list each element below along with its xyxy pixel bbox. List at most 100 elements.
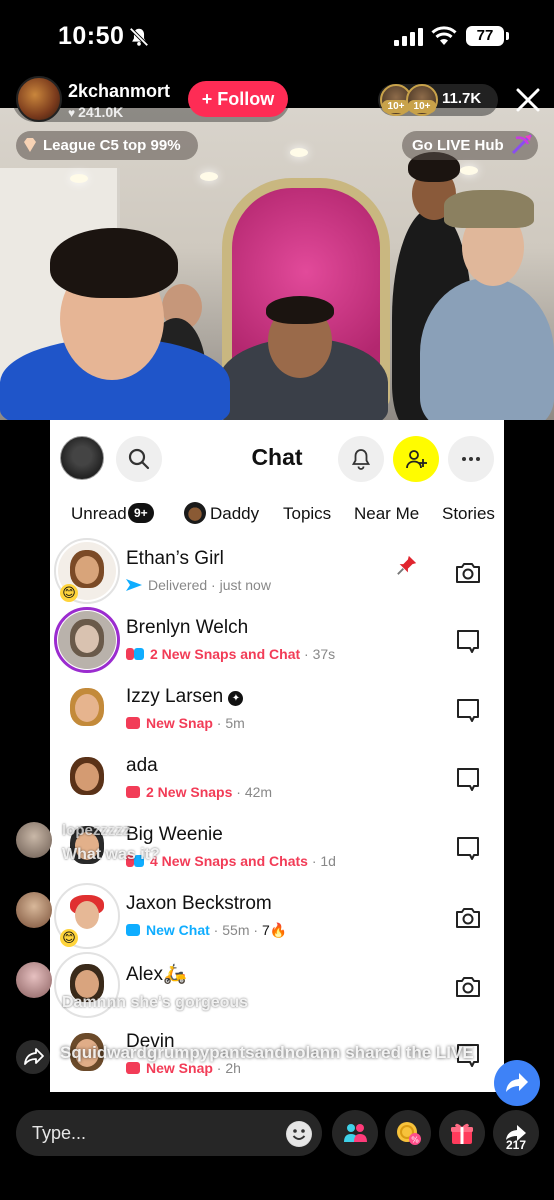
battery-icon: 77	[466, 26, 509, 46]
more-button[interactable]	[448, 436, 494, 482]
snap-icon	[126, 786, 140, 798]
comment-avatar[interactable]	[16, 962, 52, 998]
status-time: 37s	[312, 646, 336, 662]
person-hair	[266, 296, 334, 324]
chat-name: Ethan’s Girl	[126, 548, 224, 569]
person-hair	[50, 228, 178, 298]
chat-row[interactable]: 😊 Jaxon Beckstrom New Chat · 55m · 7🔥	[50, 883, 504, 954]
diamond-icon	[24, 138, 36, 152]
status-text: 2 New Snaps and Chat	[150, 646, 301, 662]
share-count: 217	[506, 1138, 527, 1152]
filter-stories[interactable]: Stories	[442, 504, 495, 524]
status-time: 42m	[244, 784, 273, 800]
chat-bubble-icon[interactable]	[454, 696, 482, 724]
people-icon	[344, 1124, 367, 1142]
unread-count-badge: 9+	[128, 503, 154, 523]
bitmoji-face	[75, 556, 99, 584]
heart-icon: ♥	[68, 106, 76, 120]
ceiling-light	[460, 166, 478, 175]
status-text: New Chat	[146, 922, 210, 938]
host-likes-count: 241.0K	[78, 104, 124, 120]
emoji-badge: 😊	[60, 584, 78, 602]
chat-row[interactable]: Izzy Larsen ✦ New Snap · 5m	[50, 678, 504, 747]
filter-unread[interactable]: Unread	[71, 504, 127, 524]
add-friend-button[interactable]	[393, 436, 439, 482]
chat-status: 2 New Snaps and Chat · 37s	[126, 646, 335, 662]
live-hub-label[interactable]: Go LIVE Hub	[412, 137, 504, 154]
follow-button[interactable]: + Follow	[188, 81, 288, 117]
comment-avatar[interactable]	[16, 822, 52, 858]
ceiling-light	[70, 174, 88, 183]
chat-bubble-icon[interactable]	[454, 765, 482, 793]
avatar	[58, 749, 116, 807]
status-text: 4 New Snaps and Chats	[150, 853, 308, 869]
emoji-button[interactable]	[286, 1121, 312, 1147]
chat-name: ada	[126, 755, 158, 776]
bell-icon	[351, 449, 371, 470]
host-name[interactable]: 2kchanmort	[68, 81, 170, 102]
camera-icon[interactable]	[454, 972, 482, 1000]
signal-icon	[394, 28, 423, 46]
comment-input[interactable]	[16, 1110, 322, 1156]
status-text: New Snap	[146, 715, 213, 731]
host-avatar[interactable]	[16, 76, 62, 122]
league-rank-label[interactable]: League C5 top 99%	[43, 137, 181, 154]
filter-daddy[interactable]: Daddy	[210, 504, 259, 524]
ceiling-light	[200, 172, 218, 181]
chat-status: 2 New Snaps · 42m	[126, 784, 272, 800]
crossbow-icon	[511, 133, 533, 155]
more-icon	[462, 457, 480, 461]
guests-button[interactable]	[332, 1110, 378, 1156]
bitmoji-avatar	[184, 502, 206, 524]
share-arrow-icon	[506, 1073, 528, 1092]
person	[420, 278, 554, 420]
chat-row[interactable]: 😊 Ethan’s Girl Delivered · just now	[50, 538, 504, 609]
camo-hat	[444, 190, 534, 228]
chat-name: Brenlyn Welch	[126, 617, 249, 638]
profile-avatar[interactable]	[60, 436, 104, 480]
chat-row[interactable]: Brenlyn Welch 2 New Snaps and Chat · 37s	[50, 607, 504, 678]
status-time: 55m	[222, 922, 250, 938]
status-bar: 10:50 77	[0, 0, 554, 72]
snap-topbar: Chat	[50, 420, 504, 500]
camera-icon[interactable]	[454, 903, 482, 931]
snap-icon	[126, 717, 140, 729]
snap-icon	[126, 1062, 140, 1074]
chat-name: Izzy Larsen ✦	[126, 686, 244, 708]
chat-name: Jaxon Beckstrom	[126, 893, 272, 914]
viewer-level-badge: 10+	[408, 100, 436, 113]
wifi-icon	[431, 26, 457, 45]
search-button[interactable]	[116, 436, 162, 482]
gift-button[interactable]	[439, 1110, 485, 1156]
coin-icon: %	[397, 1122, 421, 1145]
share-arrow-icon	[24, 1048, 44, 1065]
coins-button[interactable]: %	[385, 1110, 431, 1156]
viewer-count[interactable]: 11.7K	[442, 90, 481, 107]
chat-name: Big Weenie	[126, 824, 223, 845]
status-time: just now	[219, 577, 271, 593]
chat-row[interactable]: Alex🛵	[50, 952, 504, 1023]
bell-off-icon	[129, 27, 149, 47]
chat-icon	[126, 924, 140, 936]
close-icon[interactable]	[514, 86, 542, 114]
chat-bubble-icon[interactable]	[454, 627, 482, 655]
add-friend-icon	[406, 450, 427, 469]
svg-text:%: %	[411, 1136, 419, 1145]
streak-count: 7🔥	[261, 922, 288, 938]
avatar	[58, 680, 116, 738]
chat-row[interactable]: ada 2 New Snaps · 42m	[50, 747, 504, 816]
filter-topics[interactable]: Topics	[283, 504, 331, 524]
status-time: 5m	[225, 715, 245, 731]
share-fab-button[interactable]	[494, 1060, 540, 1106]
camera-icon[interactable]	[454, 558, 482, 586]
ceiling-light	[290, 148, 308, 157]
host-likes: ♥ 241.0K	[68, 104, 123, 120]
comment-username[interactable]: lopezzzzz	[62, 822, 130, 839]
notifications-button[interactable]	[338, 436, 384, 482]
star-badge-icon: ✦	[228, 691, 244, 706]
chat-bubble-icon[interactable]	[454, 834, 482, 862]
share-notice-bubble	[16, 1040, 50, 1074]
filter-near-me[interactable]: Near Me	[354, 504, 419, 524]
delivered-arrow-icon	[126, 579, 142, 591]
comment-avatar[interactable]	[16, 892, 52, 928]
